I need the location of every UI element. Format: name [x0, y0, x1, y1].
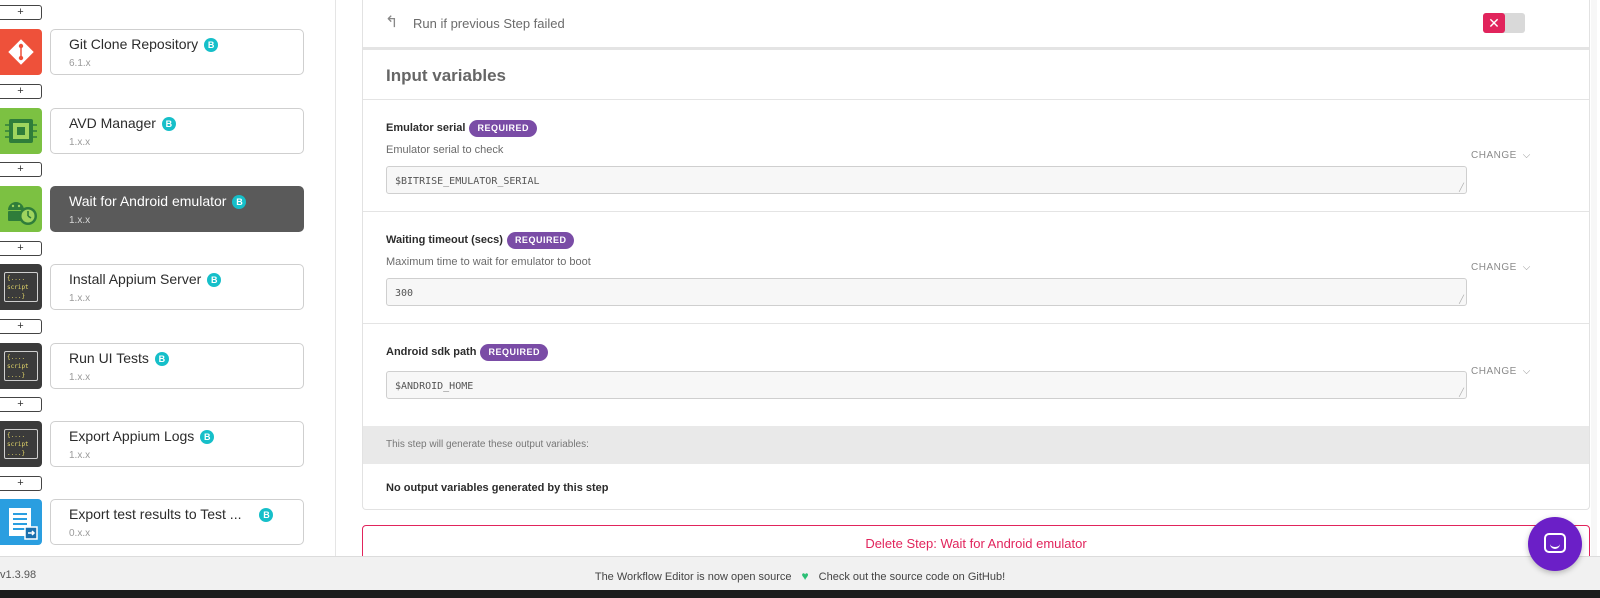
step-install-appium-server[interactable]: Install Appium Server B 1.x.x [50, 264, 304, 310]
run-if-failed-icon: ↰ [385, 14, 399, 31]
scrollbar[interactable] [1591, 0, 1597, 556]
variable-value-field[interactable]: 300 ╱ [386, 278, 1467, 306]
step-title: AVD Manager B [69, 115, 176, 131]
android-chip-icon [0, 108, 42, 154]
script-icon-text: {.... script ....} [4, 272, 38, 302]
step-version: 1.x.x [69, 450, 91, 461]
bitrise-badge: B [207, 273, 222, 287]
workflow-steps-list: + Git Clone Repository B 6.1.x + AVD Mana… [0, 0, 336, 556]
change-dropdown[interactable]: CHANGE ⌵ [1471, 262, 1531, 273]
chat-icon [1544, 533, 1566, 553]
change-dropdown[interactable]: CHANGE ⌵ [1471, 366, 1531, 377]
step-title: Install Appium Server B [69, 271, 222, 287]
step-git-clone[interactable]: Git Clone Repository B 6.1.x [50, 29, 304, 75]
variable-title: Emulator serial REQUIRED [386, 120, 537, 137]
list-export-icon [0, 499, 42, 545]
heart-icon: ♥ [801, 569, 809, 583]
delete-step-label: Delete Step: Wait for Android emulator [865, 536, 1087, 551]
script-icon: {.... script ....} [0, 264, 42, 310]
step-version: 1.x.x [69, 293, 91, 304]
script-icon: {.... script ....} [0, 421, 42, 467]
step-title: Export Appium Logs B [69, 428, 215, 444]
close-icon: ✕ [1483, 13, 1505, 33]
required-badge: REQUIRED [480, 344, 548, 361]
bitrise-badge: B [161, 117, 176, 131]
bitrise-badge: B [154, 352, 169, 366]
resize-grip-icon[interactable]: ╱ [1459, 295, 1464, 304]
add-step-button[interactable]: + [0, 84, 42, 99]
resize-grip-icon[interactable]: ╱ [1459, 388, 1464, 397]
bitrise-badge: B [259, 508, 274, 522]
add-step-button[interactable]: + [0, 319, 42, 334]
git-icon [0, 29, 42, 75]
variable-description: Emulator serial to check [386, 144, 504, 156]
resize-grip-icon[interactable]: ╱ [1459, 183, 1464, 192]
bitrise-badge: B [204, 38, 219, 52]
footer-bar: v1.3.98 The Workflow Editor is now open … [0, 556, 1600, 590]
github-link[interactable]: Check out the source code on GitHub! [819, 571, 1006, 583]
step-title: Export test results to Test ... B [69, 506, 274, 522]
step-title: Wait for Android emulator B [69, 193, 247, 209]
input-variables-title: Input variables [386, 66, 506, 85]
step-title: Git Clone Repository B [69, 36, 219, 52]
step-version: 0.x.x [69, 528, 91, 539]
android-clock-icon [0, 186, 42, 232]
open-source-notice: The Workflow Editor is now open source ♥ C… [0, 569, 1600, 583]
step-avd-manager[interactable]: AVD Manager B 1.x.x [50, 108, 304, 154]
variable-value-field[interactable]: $BITRISE_EMULATOR_SERIAL ╱ [386, 166, 1467, 194]
step-version: 6.1.x [69, 58, 91, 69]
step-export-test-results[interactable]: Export test results to Test ... B 0.x.x [50, 499, 304, 545]
add-step-button[interactable]: + [0, 162, 42, 177]
output-variables-label: This step will generate these output var… [386, 439, 589, 450]
run-if-failed-toggle[interactable]: ✕ [1483, 13, 1525, 33]
script-icon-text: {.... script ....} [4, 351, 38, 381]
step-export-appium-logs[interactable]: Export Appium Logs B 1.x.x [50, 421, 304, 467]
script-icon: {.... script ....} [0, 343, 42, 389]
step-version: 1.x.x [69, 137, 91, 148]
input-variable-android-sdk-path: Android sdk path REQUIRED $ANDROID_HOME ╱ … [363, 324, 1589, 426]
bitrise-badge: B [200, 430, 215, 444]
required-badge: REQUIRED [469, 120, 537, 137]
variable-title: Waiting timeout (secs) REQUIRED [386, 232, 575, 249]
chevron-down-icon: ⌵ [1522, 366, 1531, 377]
chat-support-button[interactable] [1528, 517, 1582, 571]
input-variable-waiting-timeout: Waiting timeout (secs) REQUIRED Maximum t… [363, 212, 1589, 324]
script-icon-text: {.... script ....} [4, 429, 38, 459]
step-wait-android-emulator[interactable]: Wait for Android emulator B 1.x.x [50, 186, 304, 232]
output-variables-bar: This step will generate these output var… [363, 426, 1589, 464]
step-version: 1.x.x [69, 215, 91, 226]
run-if-failed-label: Run if previous Step failed [413, 16, 565, 31]
input-variable-emulator-serial: Emulator serial REQUIRED Emulator serial … [363, 100, 1589, 212]
add-step-button[interactable]: + [0, 5, 42, 20]
step-run-ui-tests[interactable]: Run UI Tests B 1.x.x [50, 343, 304, 389]
bitrise-badge: B [232, 195, 247, 209]
step-version: 1.x.x [69, 372, 91, 383]
add-step-button[interactable]: + [0, 241, 42, 256]
step-title: Run UI Tests B [69, 350, 169, 366]
chevron-down-icon: ⌵ [1522, 150, 1531, 161]
no-output-message: No output variables generated by this st… [386, 482, 609, 494]
chevron-down-icon: ⌵ [1522, 262, 1531, 273]
add-step-button[interactable]: + [0, 397, 42, 412]
variable-title: Android sdk path REQUIRED [386, 344, 548, 361]
run-if-failed-row: ↰ Run if previous Step failed ✕ [363, 0, 1589, 50]
window-bottom-edge [0, 590, 1600, 598]
variable-value-field[interactable]: $ANDROID_HOME ╱ [386, 371, 1467, 399]
change-dropdown[interactable]: CHANGE ⌵ [1471, 150, 1531, 161]
required-badge: REQUIRED [506, 232, 575, 249]
variable-description: Maximum time to wait for emulator to boo… [386, 256, 591, 268]
step-detail-panel: ↰ Run if previous Step failed ✕ Input va… [362, 0, 1590, 510]
add-step-button[interactable]: + [0, 476, 42, 491]
open-source-text: The Workflow Editor is now open source [594, 571, 792, 583]
